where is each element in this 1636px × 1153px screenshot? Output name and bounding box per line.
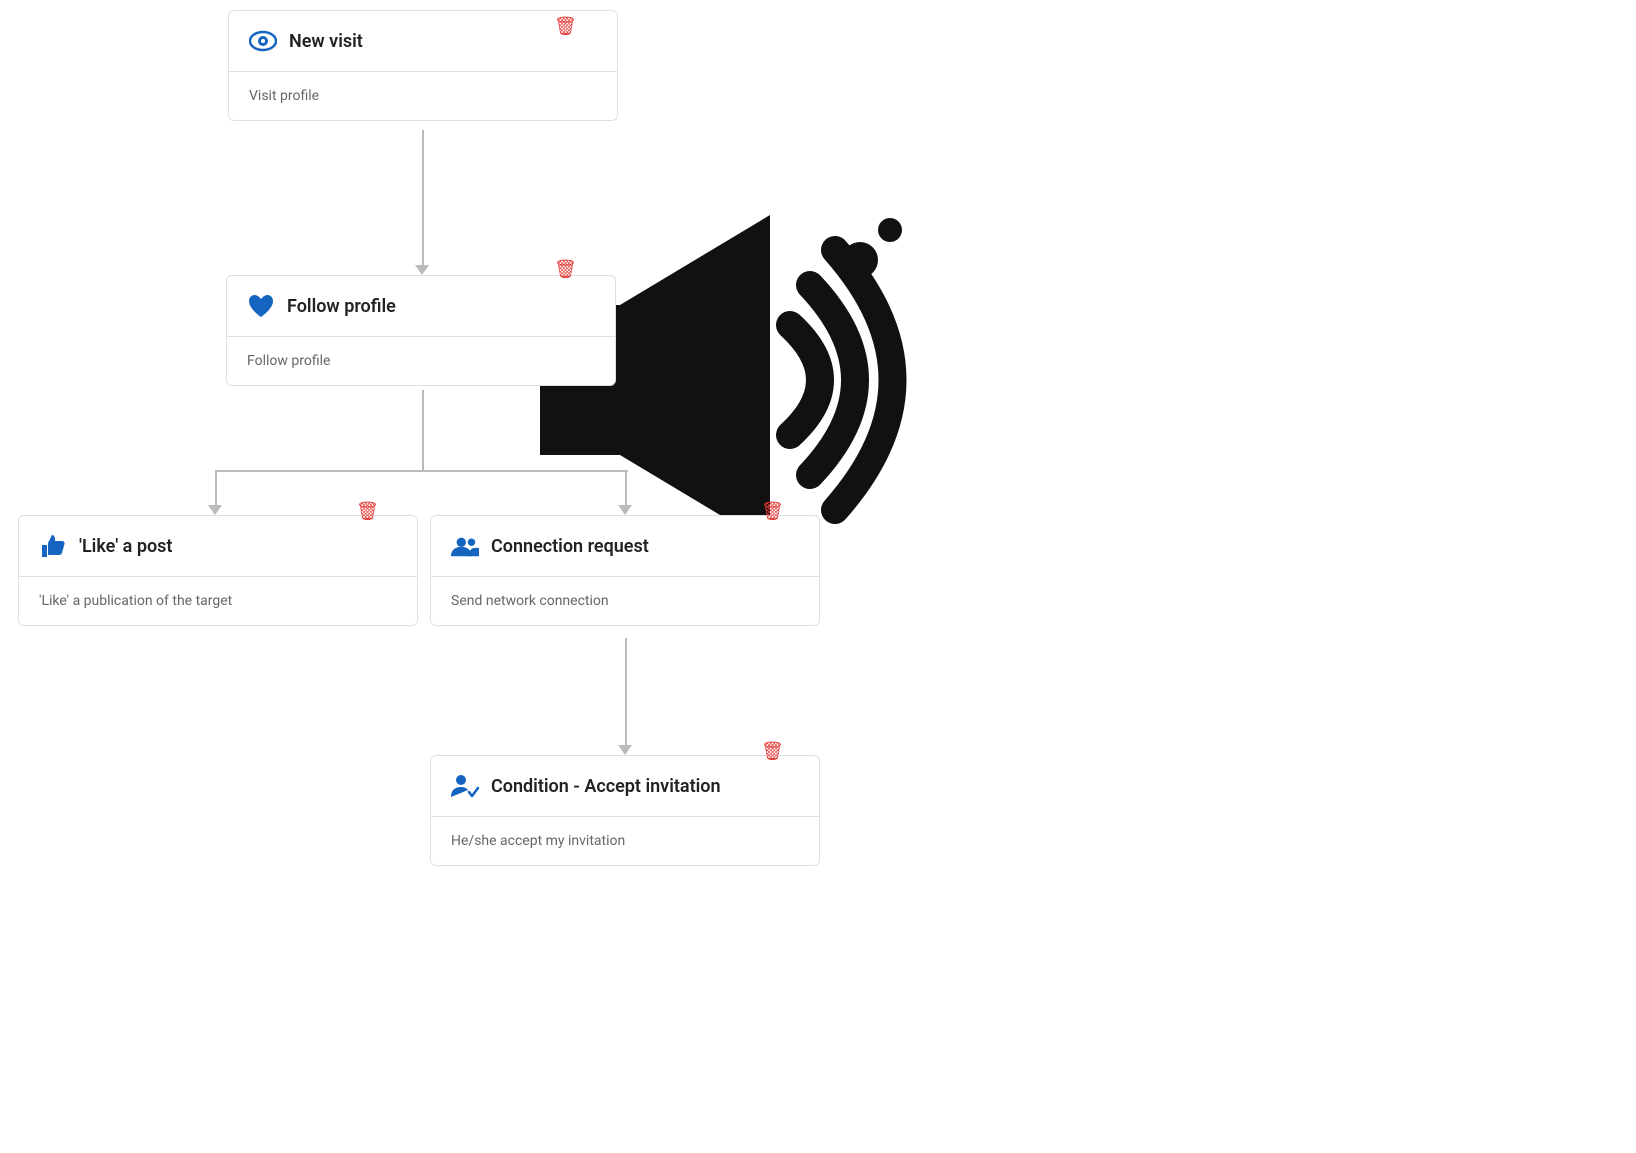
people-icon <box>451 532 479 560</box>
follow-profile-card[interactable]: Follow profile Follow profile <box>226 275 616 386</box>
connector-new-to-follow <box>422 130 424 270</box>
heart-icon <box>247 292 275 320</box>
arrow-connection-to-condition <box>618 745 632 755</box>
follow-profile-header: Follow profile <box>227 276 615 337</box>
connector-to-connection <box>625 470 627 510</box>
follow-profile-body: Follow profile <box>227 337 615 385</box>
new-visit-delete-button[interactable]: 🗑 <box>550 12 581 41</box>
connection-request-card[interactable]: Connection request Send network connecti… <box>430 515 820 626</box>
like-post-body: 'Like' a publication of the target <box>19 577 417 625</box>
like-post-delete-button[interactable]: 🗑 <box>352 497 383 526</box>
arrow-to-connection <box>618 505 632 515</box>
connector-follow-down <box>422 390 424 470</box>
condition-accept-title: Condition - Accept invitation <box>491 776 721 797</box>
condition-accept-card[interactable]: Condition - Accept invitation He/she acc… <box>430 755 820 866</box>
condition-accept-delete-button[interactable]: 🗑 <box>757 737 788 766</box>
new-visit-title: New visit <box>289 31 363 52</box>
new-visit-body: Visit profile <box>229 72 617 120</box>
condition-accept-body: He/she accept my invitation <box>431 817 819 865</box>
like-post-title: 'Like' a post <box>79 536 172 557</box>
like-post-card[interactable]: 'Like' a post 'Like' a publication of th… <box>18 515 418 626</box>
follow-profile-title: Follow profile <box>287 296 396 317</box>
connector-branch-horizontal <box>215 470 628 472</box>
connection-request-title: Connection request <box>491 536 649 557</box>
connection-request-delete-button[interactable]: 🗑 <box>757 497 788 526</box>
connection-request-body: Send network connection <box>431 577 819 625</box>
person-check-icon <box>451 772 479 800</box>
connector-to-like <box>215 470 217 510</box>
arrow-to-like <box>208 505 222 515</box>
arrow-new-to-follow <box>415 265 429 275</box>
thumbsup-icon <box>39 532 67 560</box>
follow-profile-delete-button[interactable]: 🗑 <box>550 255 581 284</box>
connector-connection-to-condition <box>625 638 627 750</box>
eye-icon <box>249 27 277 55</box>
workflow-canvas: New visit Visit profile 🗑 Follow profile… <box>0 0 1636 1153</box>
